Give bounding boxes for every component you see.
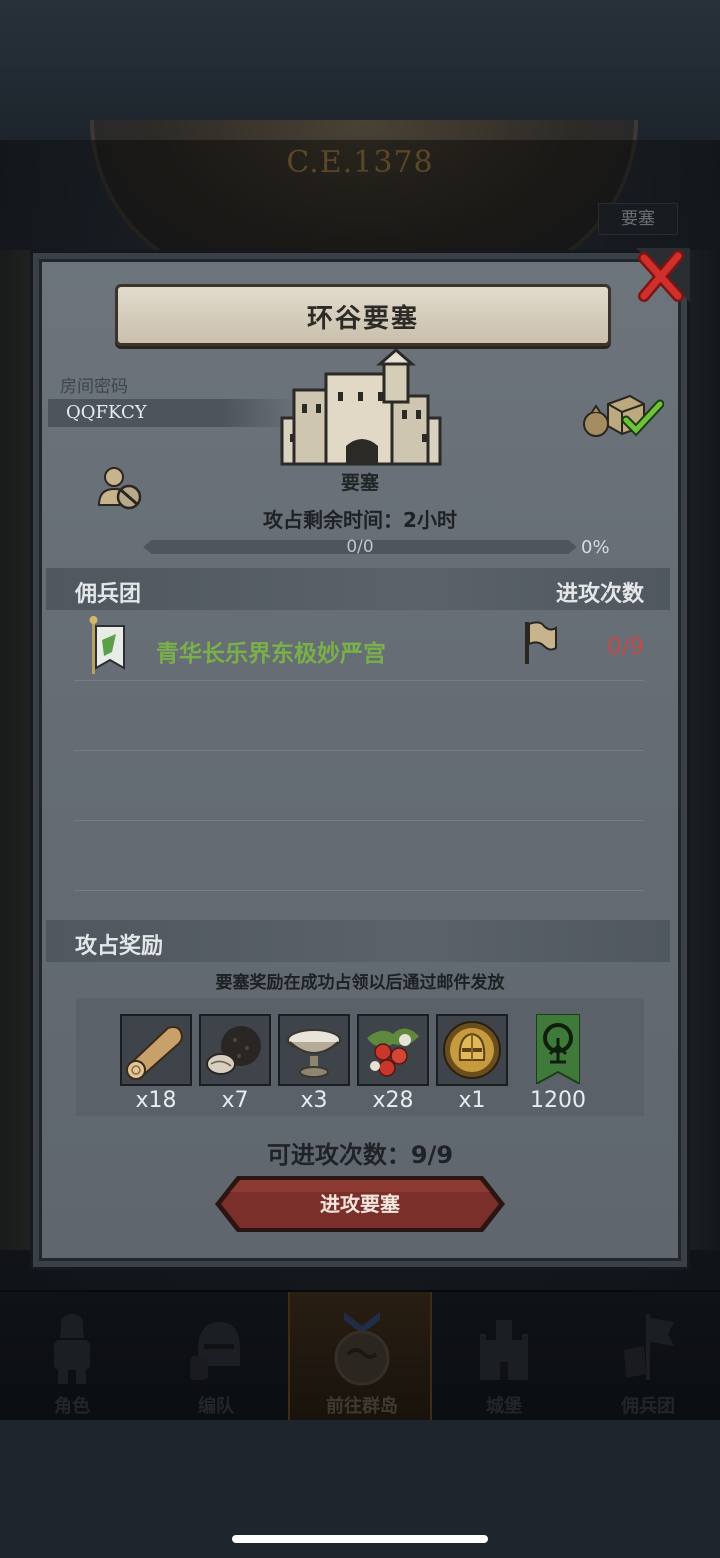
- row-divider: [74, 750, 644, 751]
- reward-slot[interactable]: [120, 1014, 192, 1086]
- row-divider: [74, 820, 644, 821]
- reward-slot[interactable]: [357, 1014, 429, 1086]
- close-icon[interactable]: [632, 248, 690, 306]
- truffle-icon: [206, 1026, 261, 1075]
- fortress-building-icon: [280, 348, 442, 466]
- reward-quantity: x28: [372, 1088, 414, 1113]
- guild-banner-icon: [89, 616, 125, 674]
- reward-quantity: x7: [221, 1088, 249, 1113]
- reward-slot[interactable]: [278, 1014, 350, 1086]
- guild-name: 青华长乐界东极妙严宫: [156, 641, 386, 667]
- row-divider: [74, 680, 644, 681]
- supplies-check-icon[interactable]: [582, 390, 664, 438]
- reward-quantity: x18: [135, 1088, 177, 1113]
- reward-quantity: x3: [300, 1088, 328, 1113]
- remaining-attempts: 可进攻次数：9/9: [266, 1141, 454, 1169]
- top-bar-background: [0, 0, 720, 140]
- home-indicator[interactable]: [232, 1535, 488, 1543]
- guild-header: 佣兵团: [75, 582, 142, 607]
- reward-quantity: x1: [458, 1088, 486, 1113]
- attack-fortress-button[interactable]: 进攻要塞: [215, 1176, 505, 1232]
- progress-percent: 0%: [581, 537, 610, 558]
- flag-icon: [525, 621, 557, 664]
- golden-helmet-icon: [443, 1021, 501, 1079]
- rewards-header: 攻占奖励: [75, 934, 164, 959]
- silver-bowl-icon: [287, 1029, 341, 1078]
- title-plate: 环谷要塞: [115, 284, 611, 346]
- rewards-note: 要塞奖励在成功占领以后通过邮件发放: [215, 973, 505, 993]
- reward-slot[interactable]: [535, 1013, 581, 1086]
- tree-banner-icon: [535, 1013, 581, 1086]
- reward-quantity: 1200: [530, 1088, 586, 1113]
- row-divider: [74, 890, 644, 891]
- wood-log-icon: [126, 1026, 184, 1080]
- attack-count-header: 进攻次数: [555, 582, 644, 607]
- berries-icon: [367, 1028, 419, 1077]
- capture-progress-bar: 0/0: [143, 537, 577, 557]
- progress-text: 0/0: [346, 537, 374, 557]
- dialog-title: 环谷要塞: [306, 304, 419, 334]
- reward-slot[interactable]: [199, 1014, 271, 1086]
- guild-attack-count: 0/9: [606, 634, 644, 660]
- room-code-value[interactable]: QQFKCY: [66, 402, 147, 423]
- reward-slot[interactable]: [436, 1014, 508, 1086]
- room-code-label: 房间密码: [60, 377, 128, 397]
- time-remaining: 攻占剩余时间：2小时: [263, 508, 457, 532]
- guild-row[interactable]: 青华长乐界东极妙严宫 0/9: [74, 616, 644, 700]
